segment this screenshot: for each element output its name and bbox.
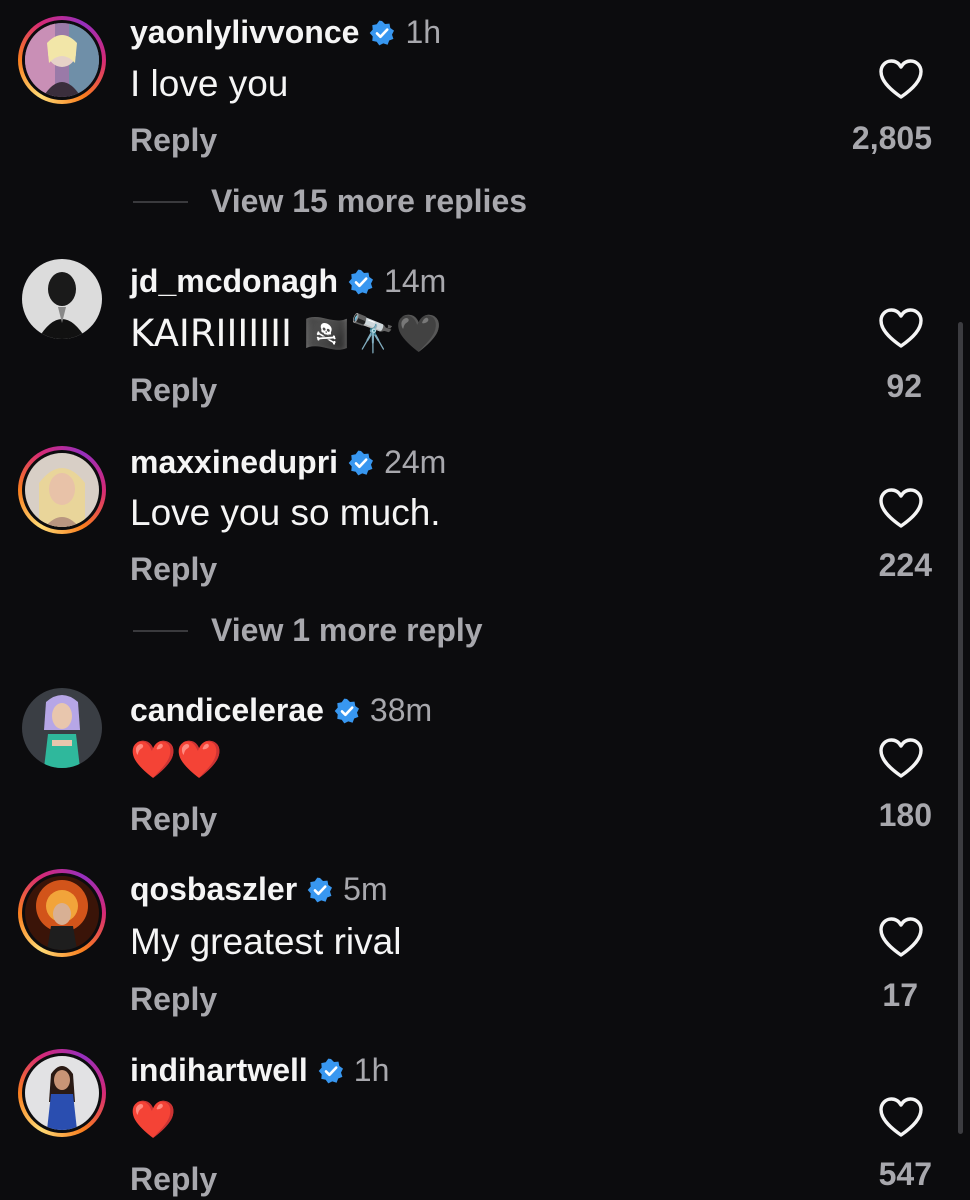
comment-text: KAIRIIIIIII 🏴‍☠️🔭🖤	[130, 312, 442, 355]
avatar	[22, 688, 102, 768]
divider	[133, 200, 188, 203]
like-count: 180	[878, 797, 932, 833]
avatar	[22, 259, 102, 339]
username[interactable]: jd_mcdonagh	[130, 263, 338, 300]
username[interactable]: yaonlylivvonce	[130, 14, 359, 51]
like-count: 547	[878, 1156, 932, 1192]
comment-header: candicelerae 38m	[130, 692, 432, 729]
divider	[133, 629, 188, 632]
timestamp: 1h	[405, 14, 442, 50]
verified-badge-icon	[348, 269, 374, 295]
comment-text: I love you	[130, 63, 289, 104]
avatar	[25, 876, 99, 950]
avatar-wrapper[interactable]	[18, 684, 106, 772]
view-more-replies-label: View 15 more replies	[211, 183, 528, 219]
heart-outline-icon[interactable]	[878, 307, 924, 349]
avatar-story-ring[interactable]	[18, 16, 106, 104]
username[interactable]: qosbaszler	[130, 871, 297, 908]
comment-header: qosbaszler 5m	[130, 871, 388, 908]
username[interactable]: indihartwell	[130, 1052, 308, 1089]
avatar	[25, 1056, 99, 1130]
reply-button[interactable]: Reply	[130, 981, 217, 1018]
reply-button[interactable]: Reply	[130, 122, 217, 159]
comment-text: My greatest rival	[130, 921, 402, 962]
avatar	[25, 23, 99, 97]
avatar-story-ring[interactable]	[18, 446, 106, 534]
verified-badge-icon	[369, 20, 395, 46]
comment-header: jd_mcdonagh 14m	[130, 263, 446, 300]
view-more-replies[interactable]: View 1 more reply	[133, 612, 483, 649]
comment-text: ❤️❤️	[130, 738, 223, 781]
comment-text: Love you so much.	[130, 492, 441, 533]
heart-outline-icon[interactable]	[878, 737, 924, 779]
reply-button[interactable]: Reply	[130, 551, 217, 588]
like-count: 17	[882, 977, 918, 1013]
timestamp: 14m	[384, 263, 447, 299]
like-count: 92	[886, 368, 922, 404]
scrollbar[interactable]	[958, 322, 963, 1134]
timestamp: 24m	[384, 444, 447, 480]
like-count: 2,805	[851, 120, 932, 156]
username[interactable]: maxxinedupri	[130, 444, 338, 481]
comment-header: yaonlylivvonce 1h	[130, 14, 441, 51]
verified-badge-icon	[334, 698, 360, 724]
like-count: 224	[878, 547, 932, 583]
view-more-replies-label: View 1 more reply	[211, 612, 483, 648]
avatar-wrapper[interactable]	[18, 255, 106, 343]
avatar-story-ring[interactable]	[18, 869, 106, 957]
verified-badge-icon	[348, 450, 374, 476]
heart-outline-icon[interactable]	[878, 58, 924, 100]
heart-outline-icon[interactable]	[878, 487, 924, 529]
view-more-replies[interactable]: View 15 more replies	[133, 183, 527, 220]
verified-badge-icon	[318, 1058, 344, 1084]
comments-feed: yaonlylivvonce 1h I love you Reply 2,805…	[0, 0, 970, 1200]
timestamp: 38m	[369, 692, 433, 728]
timestamp: 5m	[343, 871, 388, 907]
timestamp: 1h	[353, 1052, 390, 1088]
avatar-story-ring[interactable]	[18, 1049, 106, 1137]
username[interactable]: candicelerae	[130, 692, 324, 729]
reply-button[interactable]: Reply	[130, 1161, 217, 1198]
comment-header: maxxinedupri 24m	[130, 444, 446, 481]
heart-outline-icon[interactable]	[878, 1096, 924, 1138]
comment-header: indihartwell 1h	[130, 1052, 389, 1089]
reply-button[interactable]: Reply	[130, 372, 217, 409]
reply-button[interactable]: Reply	[130, 801, 217, 838]
comment-text: ❤️	[130, 1098, 177, 1141]
heart-outline-icon[interactable]	[878, 916, 924, 958]
verified-badge-icon	[307, 877, 333, 903]
avatar	[25, 453, 99, 527]
